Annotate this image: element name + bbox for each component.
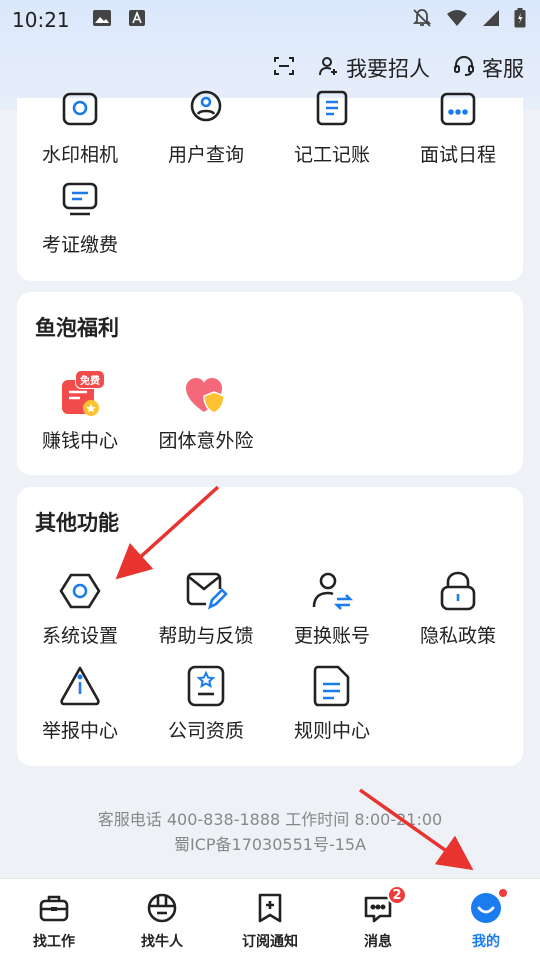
tab-find-talent[interactable]: 找牛人 bbox=[108, 879, 216, 960]
welfare-title: 鱼泡福利 bbox=[35, 316, 119, 340]
warning-icon bbox=[58, 664, 102, 708]
tab-label: 找工作 bbox=[33, 934, 75, 950]
help-feedback-item[interactable]: 帮助与反馈 bbox=[143, 569, 269, 648]
icp-text: 蜀ICP备17030551号-15A bbox=[173, 835, 367, 854]
lock-icon bbox=[436, 569, 480, 613]
document-icon bbox=[310, 664, 354, 708]
recruit-button[interactable]: 我要招人 bbox=[318, 53, 430, 83]
tool-ledger[interactable]: 记工记账 bbox=[269, 88, 395, 167]
message-count-badge: 2 bbox=[387, 885, 407, 905]
welfare-label: 团体意外险 bbox=[158, 430, 254, 452]
status-right bbox=[412, 7, 526, 33]
switch-account-item[interactable]: 更换账号 bbox=[269, 569, 395, 648]
header-actions: 我要招人 客服 bbox=[272, 50, 524, 86]
tool-label: 记工记账 bbox=[293, 144, 370, 166]
status-time: 10:21 bbox=[12, 8, 70, 32]
welfare-earn-center[interactable]: 免费 赚钱中心 bbox=[17, 369, 143, 453]
tool-label: 水印相机 bbox=[41, 144, 118, 166]
bottom-tab-bar: 找工作 找牛人 订阅通知 2 消息 我的 bbox=[0, 878, 540, 960]
status-bar: 10:21 bbox=[0, 0, 540, 40]
free-badge: 免费 bbox=[75, 369, 105, 389]
tab-label: 找牛人 bbox=[141, 934, 183, 950]
certificate-icon bbox=[184, 664, 228, 708]
scan-icon bbox=[272, 54, 296, 83]
switch-user-icon bbox=[310, 569, 354, 613]
customer-service-button[interactable]: 客服 bbox=[452, 53, 524, 83]
tool-exam-fee[interactable]: 考证缴费 bbox=[17, 178, 143, 257]
signal-icon bbox=[482, 9, 500, 32]
person-add-icon bbox=[318, 55, 340, 82]
settings-hexagon-icon bbox=[58, 569, 102, 613]
headset-icon bbox=[452, 54, 476, 83]
welfare-label: 赚钱中心 bbox=[41, 430, 118, 452]
function-label: 系统设置 bbox=[41, 625, 118, 647]
function-label: 规则中心 bbox=[293, 720, 370, 742]
battery-icon bbox=[514, 7, 526, 33]
tool-watermark-camera[interactable]: 水印相机 bbox=[17, 88, 143, 167]
scan-button[interactable] bbox=[272, 54, 296, 83]
bookmark-plus-icon bbox=[253, 891, 287, 925]
tab-subscription[interactable]: 订阅通知 bbox=[216, 879, 324, 960]
tool-label: 面试日程 bbox=[419, 144, 496, 166]
tool-label: 考证缴费 bbox=[41, 234, 118, 256]
tab-label: 订阅通知 bbox=[242, 934, 298, 950]
other-functions-card: 其他功能 系统设置 帮助与反馈 更换账号 隐私政策 举报中心 公司资质 规则中心 bbox=[17, 487, 523, 766]
camera-icon bbox=[58, 88, 102, 132]
tab-label: 消息 bbox=[364, 934, 392, 950]
function-label: 举报中心 bbox=[41, 720, 118, 742]
rules-center-item[interactable]: 规则中心 bbox=[269, 664, 395, 743]
report-center-item[interactable]: 举报中心 bbox=[17, 664, 143, 743]
text-a-icon bbox=[128, 9, 146, 32]
privacy-policy-item[interactable]: 隐私政策 bbox=[395, 569, 521, 648]
ledger-icon bbox=[310, 88, 354, 132]
system-settings-item[interactable]: 系统设置 bbox=[17, 569, 143, 648]
tool-label: 用户查询 bbox=[167, 144, 244, 166]
exam-fee-icon bbox=[58, 178, 102, 222]
user-search-icon bbox=[184, 88, 228, 132]
chat-icon: 2 bbox=[361, 885, 407, 925]
welfare-group-insurance[interactable]: 团体意外险 bbox=[143, 374, 269, 453]
tab-messages[interactable]: 2 消息 bbox=[324, 879, 432, 960]
heart-shield-icon bbox=[184, 374, 228, 418]
tab-find-job[interactable]: 找工作 bbox=[0, 879, 108, 960]
tab-label: 我的 bbox=[472, 934, 500, 950]
function-label: 更换账号 bbox=[293, 625, 370, 647]
tools-card: 水印相机 用户查询 记工记账 面试日程 考证缴费 bbox=[17, 90, 523, 281]
hardhat-icon bbox=[145, 891, 179, 925]
wifi-icon bbox=[446, 9, 468, 32]
gallery-icon bbox=[92, 9, 112, 32]
welfare-card: 鱼泡福利 免费 赚钱中心 团体意外险 bbox=[17, 292, 523, 475]
recruit-label: 我要招人 bbox=[346, 57, 430, 81]
tool-interview-schedule[interactable]: 面试日程 bbox=[395, 88, 521, 167]
function-label: 帮助与反馈 bbox=[158, 625, 254, 647]
briefcase-icon bbox=[37, 891, 71, 925]
bell-muted-icon bbox=[412, 8, 432, 33]
service-phone-text: 客服电话 400-838-1888 工作时间 8:00-21:00 bbox=[97, 810, 443, 829]
function-label: 公司资质 bbox=[167, 720, 244, 742]
notification-dot bbox=[497, 887, 509, 899]
service-label: 客服 bbox=[482, 57, 524, 81]
tool-user-search[interactable]: 用户查询 bbox=[143, 88, 269, 167]
money-bag-icon: 免费 bbox=[58, 369, 105, 418]
calendar-icon bbox=[436, 88, 480, 132]
mail-edit-icon bbox=[184, 569, 228, 613]
other-title: 其他功能 bbox=[35, 511, 119, 535]
smile-face-icon bbox=[469, 887, 509, 925]
company-qualification-item[interactable]: 公司资质 bbox=[143, 664, 269, 743]
tab-mine[interactable]: 我的 bbox=[432, 879, 540, 960]
function-label: 隐私政策 bbox=[419, 625, 496, 647]
